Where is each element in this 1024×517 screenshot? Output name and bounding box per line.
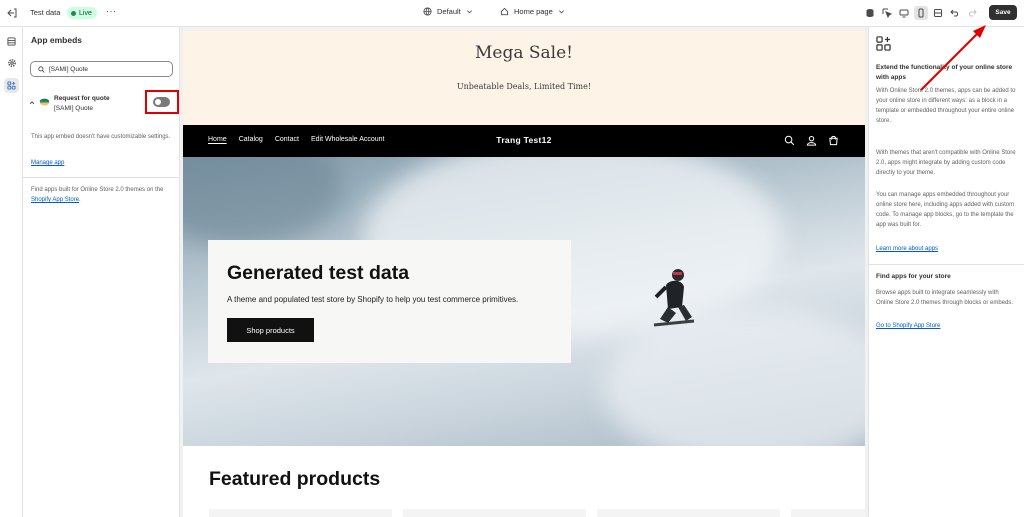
sky-shade <box>183 157 343 247</box>
app-embeds-icon[interactable] <box>4 78 19 93</box>
nav-link-wholesale[interactable]: Edit Wholesale Account <box>311 136 385 143</box>
info-panel: Extend the functionality of your online … <box>868 27 1024 517</box>
live-badge-label: Live <box>79 9 92 17</box>
info-paragraph: You can manage apps embedded throughout … <box>876 192 1015 228</box>
store-preview: Mega Sale! Unbeatable Deals, Limited Tim… <box>183 31 865 517</box>
live-badge: Live <box>67 7 97 19</box>
theme-editor: Test data Live ··· Default Home page Sav… <box>0 0 1024 517</box>
featured-products-section: Featured products <box>183 446 865 517</box>
home-icon <box>500 7 509 16</box>
app-store-link[interactable]: Go to Shopify App Store <box>876 323 940 329</box>
redo-icon[interactable] <box>965 6 979 20</box>
theme-selector[interactable]: Default <box>423 7 473 16</box>
nav-link-contact[interactable]: Contact <box>275 136 299 143</box>
store-header: Home Catalog Contact Edit Wholesale Acco… <box>183 125 865 157</box>
page-selector[interactable]: Home page <box>500 7 565 16</box>
settings-gear-icon[interactable] <box>4 55 19 70</box>
app-logo-icon <box>39 98 50 106</box>
announcement-bar[interactable]: Mega Sale! Unbeatable Deals, Limited Tim… <box>183 31 865 125</box>
live-dot-icon <box>71 10 76 16</box>
search-icon <box>38 65 45 73</box>
product-card[interactable] <box>597 509 780 517</box>
store-title: Test data <box>30 8 61 17</box>
nav-link-catalog[interactable]: Catalog <box>239 136 263 143</box>
inspector-icon[interactable] <box>880 6 894 20</box>
product-card[interactable] <box>209 509 392 517</box>
find-apps-period: . <box>79 197 81 203</box>
shop-products-button[interactable]: Shop products <box>227 318 314 342</box>
learn-more-link[interactable]: Learn more about apps <box>876 246 938 252</box>
product-card[interactable] <box>791 509 865 517</box>
announcement-title: Mega Sale! <box>475 43 573 63</box>
no-settings-note: This app embed doesn't have customizable… <box>31 134 171 140</box>
search-input[interactable]: [SAMI] Quote <box>30 61 173 77</box>
more-actions-button[interactable]: ··· <box>106 6 117 16</box>
hero-heading: Generated test data <box>227 262 410 284</box>
find-apps-text-body: Find apps built for Online Store 2.0 the… <box>31 187 164 193</box>
page-selector-label: Home page <box>514 7 553 16</box>
theme-selector-label: Default <box>437 7 461 16</box>
manage-app-link[interactable]: Manage app <box>31 160 64 166</box>
toggle-highlight-box <box>145 90 179 114</box>
find-apps-text: Find apps built for Online Store 2.0 the… <box>31 185 176 205</box>
announcement-subtitle: Unbeatable Deals, Limited Time! <box>456 82 592 91</box>
search-input-value: [SAMI] Quote <box>49 65 89 73</box>
chevron-down-icon <box>558 10 564 14</box>
sections-icon[interactable] <box>4 34 19 49</box>
panel-title: App embeds <box>31 35 83 45</box>
find-apps-paragraph: Browse apps built to integrate seamlessl… <box>876 290 1014 306</box>
app-embed-title: Request for quote <box>54 95 110 102</box>
app-embed-subtitle: [SAMI] Quote <box>54 105 94 112</box>
cart-icon[interactable] <box>828 135 839 146</box>
search-icon[interactable] <box>784 135 795 146</box>
hero-content-box: Generated test data A theme and populate… <box>208 240 571 363</box>
account-icon[interactable] <box>806 135 817 146</box>
store-header-icons <box>784 135 839 146</box>
info-paragraph: With Online Store 2.0 themes, apps can b… <box>876 88 1016 124</box>
featured-title: Featured products <box>209 468 381 490</box>
globe-icon <box>423 7 432 16</box>
left-rail <box>0 27 23 517</box>
exit-icon[interactable] <box>6 7 18 19</box>
info-paragraph: With themes that aren't compatible with … <box>876 150 1016 176</box>
top-bar: Test data Live ··· Default Home page Sav… <box>0 0 1024 27</box>
shopify-app-store-link[interactable]: Shopify App Store <box>31 197 79 203</box>
save-button[interactable]: Save <box>989 5 1017 20</box>
undo-icon[interactable] <box>948 6 962 20</box>
find-apps-heading: Find apps for your store <box>876 273 951 280</box>
mobile-view-icon[interactable] <box>914 6 928 20</box>
database-icon[interactable] <box>863 6 877 20</box>
hero-text: A theme and populated test store by Shop… <box>227 295 519 304</box>
chevron-down-icon <box>466 10 472 14</box>
fullscreen-icon[interactable] <box>931 6 945 20</box>
product-card[interactable] <box>403 509 586 517</box>
divider <box>23 177 180 178</box>
toolbar-icons <box>863 6 979 20</box>
chevron-up-icon[interactable] <box>29 100 35 106</box>
nav-link-home[interactable]: Home <box>208 136 227 143</box>
info-heading: Extend the functionality of your online … <box>876 64 1013 81</box>
snowboarder-icon <box>653 269 695 327</box>
apps-add-icon <box>876 36 891 51</box>
desktop-view-icon[interactable] <box>897 6 911 20</box>
store-nav-links: Home Catalog Contact Edit Wholesale Acco… <box>208 136 385 143</box>
hero-banner: Generated test data A theme and populate… <box>183 157 865 446</box>
divider <box>869 264 1024 265</box>
